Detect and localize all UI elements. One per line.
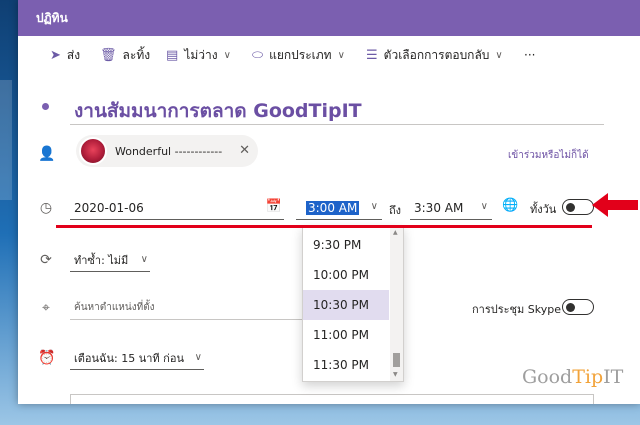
reminder-dropdown[interactable]: เตือนฉัน: 15 นาที ก่อน ∨ xyxy=(70,346,204,370)
start-time-field[interactable]: 3:00 AM ∨ xyxy=(296,196,382,220)
chevron-down-icon: ∨ xyxy=(223,49,231,61)
categorize-label: แยกประเภท xyxy=(269,47,332,62)
event-body-editor[interactable] xyxy=(70,394,594,404)
status-bar-icon: ▤ xyxy=(166,47,179,63)
time-option[interactable]: 9:30 PM xyxy=(303,230,389,260)
end-time-field[interactable]: 3:30 AM ∨ xyxy=(410,196,492,220)
watermark-part2: Tip xyxy=(572,366,604,388)
skype-meeting-toggle[interactable] xyxy=(562,299,594,315)
time-option[interactable]: 11:30 PM xyxy=(303,350,389,380)
chevron-down-icon: ∨ xyxy=(370,201,378,212)
time-option-selected[interactable]: 10:30 PM xyxy=(303,290,389,320)
watermark-part3: IT xyxy=(603,366,624,388)
window-title: ปฏิทิน xyxy=(36,11,68,25)
repeat-dropdown[interactable]: ทำซ้ำ: ไม่มี ∨ xyxy=(70,248,150,272)
chevron-down-icon: ∨ xyxy=(337,49,345,61)
send-icon: ➤ xyxy=(50,47,61,63)
toolbar: ➤ ส่ง 🗑 ละทิ้ง ▤ ไม่ว่าง ∨ ⬭ แยกประเภท ∨… xyxy=(18,36,640,74)
repeat-value: ทำซ้ำ: ไม่มี xyxy=(74,253,129,267)
calendar-icon[interactable]: 📅 xyxy=(266,199,282,214)
desktop-window-edge xyxy=(0,80,12,200)
clock-icon: ◷ xyxy=(39,200,53,216)
title-bar: ปฏิทิน xyxy=(18,0,640,36)
toggle-knob xyxy=(566,202,575,212)
toggle-knob xyxy=(566,302,575,312)
annotation-arrow-icon xyxy=(592,193,638,217)
location-pin-icon: ⌖ xyxy=(42,300,50,316)
time-option[interactable]: 11:00 PM xyxy=(303,320,389,350)
busy-dropdown[interactable]: ▤ ไม่ว่าง ∨ xyxy=(166,45,231,65)
to-label: ถึง xyxy=(389,204,402,217)
chevron-down-icon: ∨ xyxy=(480,201,488,212)
annotation-underline xyxy=(56,225,592,228)
response-options-icon: ☰ xyxy=(366,47,378,63)
all-day-label: ทั้งวัน xyxy=(530,203,557,216)
response-options-dropdown[interactable]: ☰ ตัวเลือกการตอบกลับ ∨ xyxy=(366,45,503,65)
send-label: ส่ง xyxy=(66,47,81,62)
remove-attendee-icon[interactable]: ✕ xyxy=(239,143,250,158)
scrollbar-thumb[interactable] xyxy=(393,353,400,367)
time-option[interactable]: 10:00 PM xyxy=(303,260,389,290)
person-icon: 👤 xyxy=(38,146,56,162)
attendee-chip[interactable]: Wonderful ------------ ✕ xyxy=(76,135,258,167)
avatar xyxy=(79,137,107,165)
discard-label: ละทิ้ง xyxy=(122,47,151,62)
start-time-value: 3:00 AM xyxy=(306,200,360,215)
scroll-up-arrow-icon[interactable]: ▲ xyxy=(393,229,398,236)
skype-meeting-label: การประชุม Skype xyxy=(472,303,561,316)
attendee-name: Wonderful ------------ xyxy=(115,144,223,158)
response-options-label: ตัวเลือกการตอบกลับ xyxy=(383,47,490,62)
time-dropdown-list: 9:30 PM 10:00 PM 10:30 PM 11:00 PM 11:30… xyxy=(302,226,404,382)
optional-attendee-link[interactable]: เข้าร่วมหรือไม่ก็ได้ xyxy=(508,148,589,163)
send-button[interactable]: ➤ ส่ง xyxy=(50,45,80,65)
chevron-down-icon: ∨ xyxy=(194,352,202,363)
location-placeholder: ค้นหาตำแหน่งที่ตั้ง xyxy=(74,302,155,313)
time-zone-icon[interactable]: 🌐 xyxy=(502,198,518,213)
more-icon: ··· xyxy=(524,48,536,62)
date-field[interactable]: 2020-01-06 📅 xyxy=(70,196,284,220)
end-time-value: 3:30 AM xyxy=(414,200,464,215)
scroll-down-arrow-icon[interactable]: ▼ xyxy=(393,371,398,378)
title-underline xyxy=(70,124,604,125)
watermark: GoodTipIT xyxy=(522,366,623,388)
title-bullet xyxy=(42,103,49,110)
discard-button[interactable]: 🗑 ละทิ้ง xyxy=(100,45,150,65)
alarm-clock-icon: ⏰ xyxy=(38,350,56,366)
trash-icon: 🗑 xyxy=(100,47,117,63)
event-title-input[interactable]: งานสัมมนาการตลาด GoodTipIT xyxy=(74,96,362,126)
chevron-down-icon: ∨ xyxy=(495,49,503,61)
categorize-dropdown[interactable]: ⬭ แยกประเภท ∨ xyxy=(252,45,345,65)
more-options-button[interactable]: ··· xyxy=(524,45,535,65)
repeat-icon: ⟳ xyxy=(40,252,52,268)
chevron-down-icon: ∨ xyxy=(140,254,148,265)
reminder-value: เตือนฉัน: 15 นาที ก่อน xyxy=(74,351,184,365)
busy-label: ไม่ว่าง xyxy=(184,47,218,62)
tag-icon: ⬭ xyxy=(252,47,264,63)
date-value: 2020-01-06 xyxy=(74,200,144,215)
location-input[interactable]: ค้นหาตำแหน่งที่ตั้ง xyxy=(70,296,302,320)
watermark-part1: Good xyxy=(522,366,573,388)
